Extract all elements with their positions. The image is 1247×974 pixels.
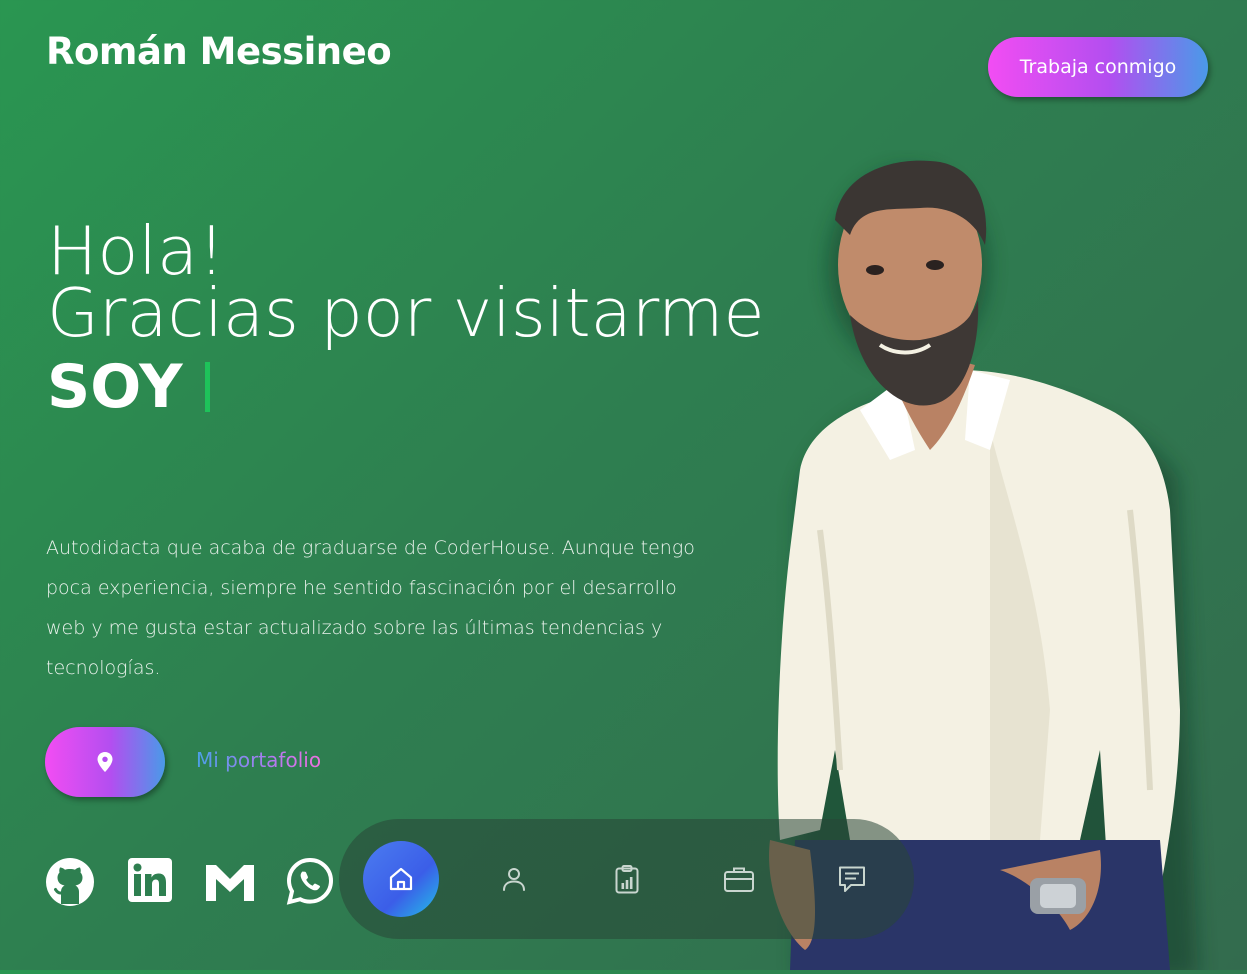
work-with-me-button[interactable]: Trabaja conmigo — [988, 37, 1208, 97]
gmail-link[interactable] — [204, 857, 254, 907]
hero-greeting: Hola! — [47, 212, 225, 290]
location-button[interactable] — [45, 727, 165, 797]
linkedin-link[interactable] — [127, 857, 177, 907]
briefcase-icon — [724, 867, 754, 892]
site-brand[interactable]: Román Messineo — [46, 30, 392, 73]
nav-contact[interactable] — [814, 841, 890, 917]
clipboard-chart-icon — [615, 865, 639, 894]
nav-home[interactable] — [363, 841, 439, 917]
linkedin-icon — [128, 858, 172, 902]
hero-typing-line: SOY — [47, 352, 210, 422]
home-icon — [389, 867, 413, 891]
hero-thanks: Gracias por visitarme — [47, 274, 765, 352]
whatsapp-icon — [286, 857, 334, 905]
nav-about[interactable] — [476, 841, 552, 917]
gmail-icon — [206, 865, 254, 901]
map-pin-icon — [97, 752, 113, 772]
soy-label: SOY — [47, 352, 183, 422]
message-icon — [839, 866, 865, 892]
bio-paragraph: Autodidacta que acaba de graduarse de Co… — [46, 537, 695, 679]
bottom-navigation — [339, 819, 914, 939]
hero-heading: Hola! Gracias por visitarme — [47, 212, 765, 352]
portfolio-link[interactable]: Mi portafolio — [196, 748, 321, 772]
github-icon — [46, 858, 94, 906]
nav-projects[interactable] — [701, 841, 777, 917]
typing-cursor — [204, 362, 210, 412]
github-link[interactable] — [45, 857, 95, 907]
whatsapp-link[interactable] — [286, 857, 336, 907]
nav-skills[interactable] — [589, 841, 665, 917]
user-icon — [503, 868, 525, 891]
